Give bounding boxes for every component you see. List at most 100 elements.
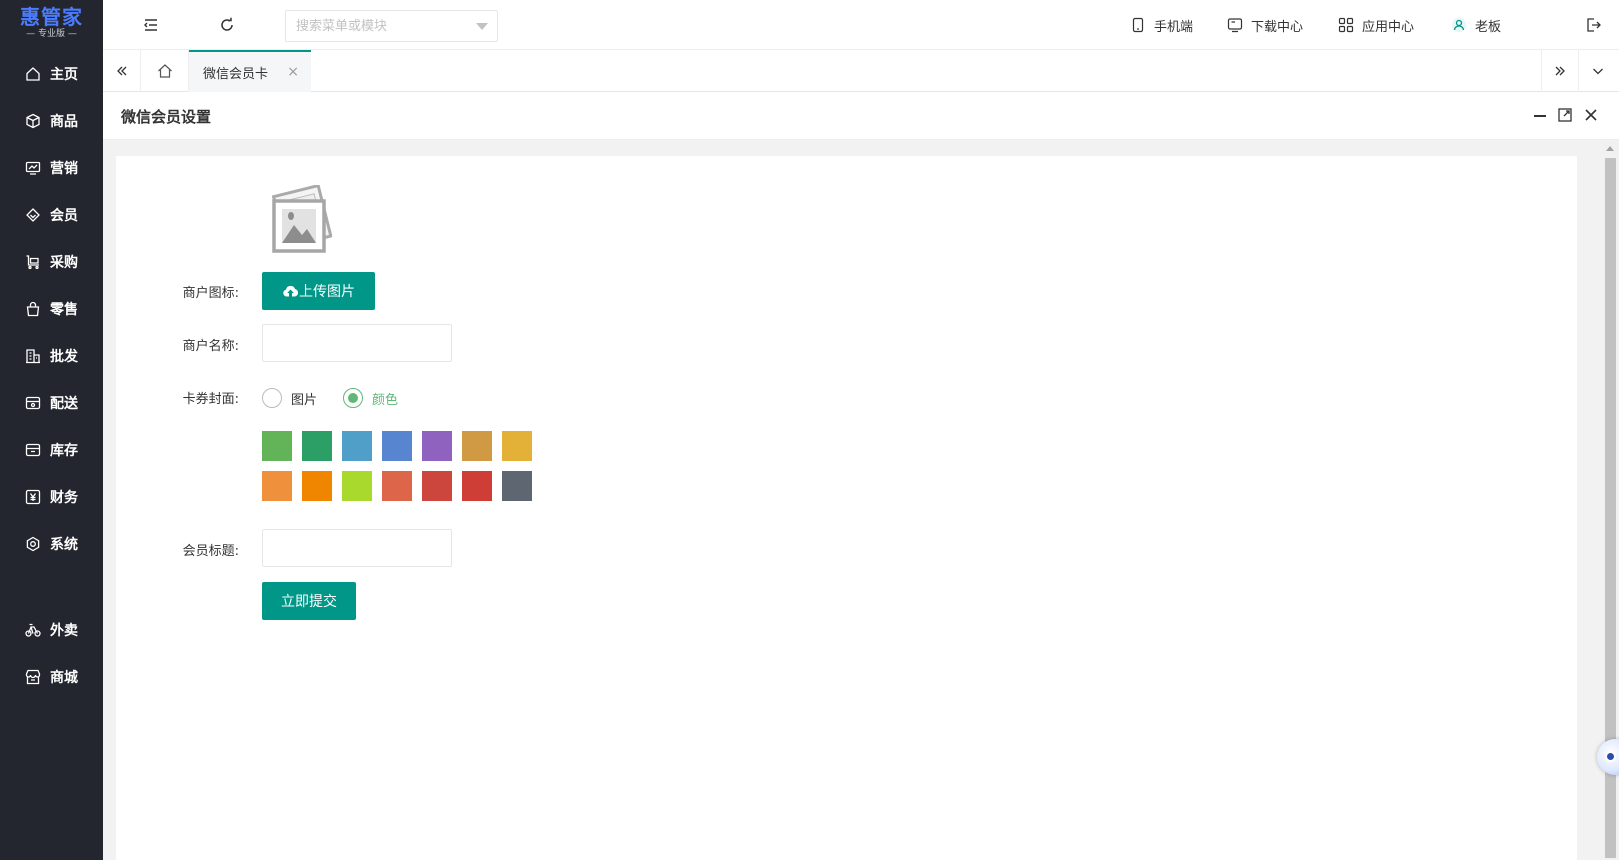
download-center-link[interactable]: 下载中心 [1227, 15, 1303, 35]
color-swatch[interactable] [422, 431, 452, 461]
home-icon [26, 67, 40, 81]
search-select[interactable] [285, 10, 498, 42]
tab-label: 微信会员卡 [203, 66, 269, 82]
mobile-icon [1132, 17, 1144, 33]
sidebar-item-label: 系统 [50, 537, 78, 553]
color-swatch[interactable] [302, 431, 332, 461]
sidebar-item-takeout[interactable]: 外卖 [0, 610, 103, 650]
page-title: 微信会员设置 [121, 108, 212, 126]
color-swatch[interactable] [502, 431, 532, 461]
sidebar-item-system[interactable]: 系统 [0, 524, 103, 564]
radio-button-checked[interactable] [343, 388, 363, 408]
panel-header: 微信会员设置 [103, 92, 1619, 140]
form-card [116, 156, 1577, 860]
chevron-down-icon[interactable] [476, 23, 488, 30]
tab-scroll-left-button[interactable] [103, 50, 141, 92]
upload-image-button[interactable]: 上传图片 [262, 272, 375, 310]
scroll-up-arrow-icon[interactable] [1606, 146, 1614, 151]
member-title-label: 会员标题: [182, 544, 239, 559]
tab-close-icon[interactable]: × [287, 64, 299, 80]
sidebar-item-inventory[interactable]: 库存 [0, 430, 103, 470]
card-cover-label: 卡券封面: [182, 392, 239, 407]
chart-icon [25, 161, 41, 175]
tab-bar: 微信会员卡 × [103, 50, 1619, 92]
cube-icon [26, 113, 40, 129]
tab-home[interactable] [141, 50, 189, 92]
color-swatch[interactable] [502, 471, 532, 501]
sidebar-item-label: 商城 [50, 670, 78, 686]
home-icon [157, 64, 172, 78]
sidebar-item-products[interactable]: 商品 [0, 101, 103, 141]
double-chevron-right-icon [1555, 66, 1565, 76]
radio-dot [348, 393, 358, 403]
merchant-name-field[interactable] [262, 324, 452, 362]
minimize-button[interactable] [1531, 106, 1549, 124]
sidebar-item-label: 零售 [50, 302, 78, 318]
assistant-eye-icon [1605, 751, 1616, 762]
expand-icon [1558, 108, 1572, 122]
radio-button[interactable] [262, 388, 282, 408]
logout-icon [1587, 18, 1601, 32]
sidebar-item-home[interactable]: 主页 [0, 54, 103, 94]
color-swatch[interactable] [422, 471, 452, 501]
color-swatch[interactable] [302, 471, 332, 501]
store-icon [25, 669, 41, 685]
sidebar-item-label: 营销 [50, 161, 78, 177]
merchant-name-input[interactable] [263, 325, 451, 361]
color-swatch[interactable] [342, 471, 372, 501]
top-header: 手机端 下载中心 应用中心 老板 [103, 0, 1619, 50]
monitor-icon [1227, 18, 1243, 33]
download-center-label: 下载中心 [1251, 19, 1304, 35]
sidebar-item-members[interactable]: 会员 [0, 195, 103, 235]
search-input[interactable] [286, 11, 497, 41]
cover-option-color[interactable]: 颜色 [343, 387, 398, 409]
color-swatch[interactable] [262, 431, 292, 461]
tab-wechat-member-card[interactable]: 微信会员卡 × [189, 50, 311, 92]
sidebar-item-retail[interactable]: 零售 [0, 289, 103, 329]
color-swatch[interactable] [382, 471, 412, 501]
sidebar-item-label: 主页 [50, 67, 78, 83]
tab-options-button[interactable] [1579, 50, 1617, 92]
bag-icon [26, 301, 40, 317]
cover-option-label: 颜色 [372, 392, 399, 408]
sidebar-item-wholesale[interactable]: 批发 [0, 336, 103, 376]
app-center-link[interactable]: 应用中心 [1338, 15, 1414, 35]
close-icon [1585, 109, 1597, 121]
sidebar-item-purchase[interactable]: 采购 [0, 242, 103, 282]
member-title-input[interactable] [263, 530, 451, 566]
color-swatch[interactable] [342, 431, 372, 461]
submit-button[interactable]: 立即提交 [262, 582, 356, 620]
minimize-icon [1534, 115, 1546, 117]
sidebar-item-delivery[interactable]: 配送 [0, 383, 103, 423]
color-swatch[interactable] [262, 471, 292, 501]
yen-icon [25, 489, 41, 505]
color-swatch[interactable] [462, 471, 492, 501]
app-center-label: 应用中心 [1362, 19, 1415, 35]
merchant-icon-label: 商户图标: [182, 286, 239, 301]
close-button[interactable] [1582, 106, 1600, 124]
chevron-down-icon [1593, 68, 1603, 75]
tab-scroll-right-button[interactable] [1541, 50, 1579, 92]
double-chevron-left-icon [116, 66, 126, 76]
mobile-link[interactable]: 手机端 [1130, 15, 1193, 35]
menu-toggle-button[interactable] [139, 13, 163, 37]
submit-button-label: 立即提交 [281, 594, 337, 610]
sidebar-item-label: 会员 [50, 208, 78, 224]
delivery-icon [25, 396, 41, 410]
sidebar-item-marketing[interactable]: 营销 [0, 148, 103, 188]
member-title-field[interactable] [262, 529, 452, 567]
sidebar-item-mall[interactable]: 商城 [0, 657, 103, 697]
logout-button[interactable] [1581, 13, 1605, 37]
color-swatch[interactable] [382, 431, 412, 461]
color-swatch[interactable] [462, 431, 492, 461]
settings-icon [26, 536, 40, 552]
user-menu[interactable]: 老板 [1451, 15, 1501, 35]
sidebar-item-finance[interactable]: 财务 [0, 477, 103, 517]
cover-option-label: 图片 [291, 392, 318, 408]
logo[interactable]: 惠管家 — 专业版 — [0, 0, 103, 46]
refresh-button[interactable] [215, 13, 239, 37]
upload-button-label: 上传图片 [299, 284, 355, 300]
mobile-link-label: 手机端 [1154, 19, 1194, 35]
cover-option-image[interactable]: 图片 [262, 387, 317, 409]
maximize-button[interactable] [1556, 106, 1574, 124]
